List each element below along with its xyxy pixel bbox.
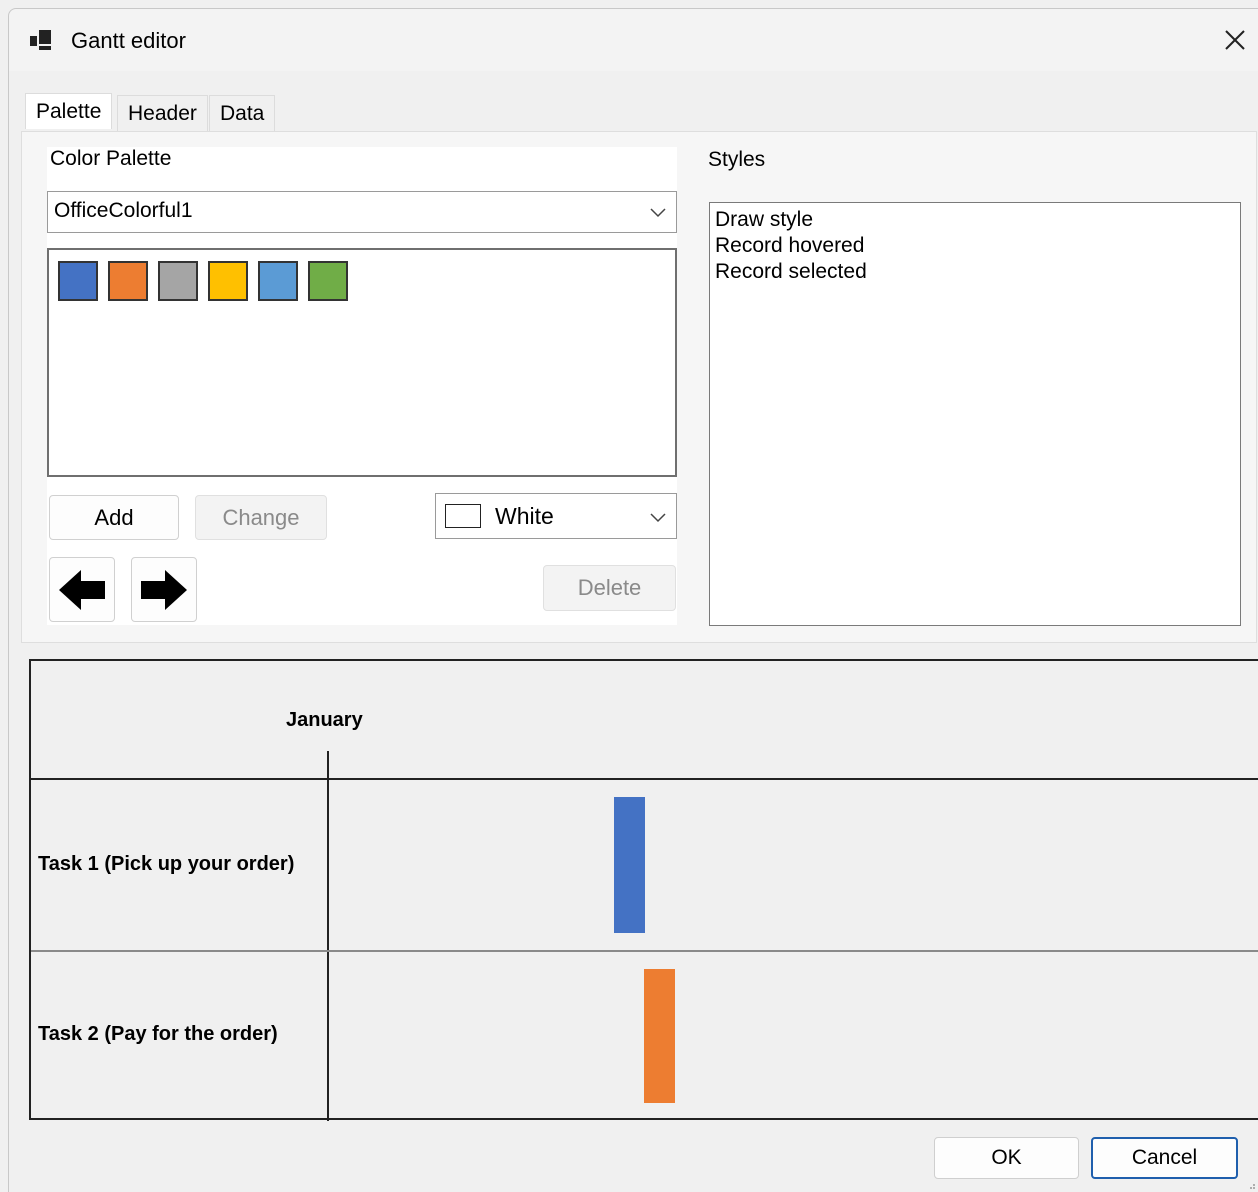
close-button[interactable] — [1212, 19, 1258, 61]
task-label: Task 1 (Pick up your order) — [38, 853, 295, 875]
move-right-button[interactable] — [131, 557, 197, 622]
delete-button[interactable]: Delete — [543, 565, 676, 611]
resize-grip-icon[interactable] — [1248, 1182, 1256, 1190]
palette-select-value: OfficeColorful1 — [54, 199, 193, 222]
task-label: Task 2 (Pay for the order) — [38, 1023, 278, 1045]
tab-data[interactable]: Data — [209, 95, 276, 131]
window-title: Gantt editor — [71, 28, 186, 53]
app-icon — [30, 30, 51, 50]
add-button[interactable]: Add — [49, 495, 179, 540]
task-bar[interactable] — [644, 969, 675, 1103]
styles-item-record-hovered[interactable]: Record hovered — [715, 233, 1235, 259]
arrow-left-icon — [59, 569, 105, 610]
swatch-5[interactable] — [258, 261, 298, 301]
swatch-2[interactable] — [108, 261, 148, 301]
month-header: January — [286, 709, 363, 731]
chevron-down-icon — [650, 208, 666, 218]
swatch-6[interactable] — [308, 261, 348, 301]
styles-list[interactable]: Draw style Record hovered Record selecte… — [709, 202, 1241, 626]
arrow-right-icon — [141, 569, 187, 610]
move-left-button[interactable] — [49, 557, 115, 622]
swatch-1[interactable] — [58, 261, 98, 301]
gantt-preview: January Task 1 (Pick up your order) Task… — [29, 659, 1258, 1121]
swatch-list[interactable] — [47, 248, 677, 477]
styles-label: Styles — [708, 148, 766, 171]
tab-header[interactable]: Header — [117, 95, 208, 131]
palette-select[interactable]: OfficeColorful1 — [47, 191, 677, 233]
gantt-editor-window: Gantt editor Palette Header Data Color P… — [8, 8, 1258, 1192]
swatch-3[interactable] — [158, 261, 198, 301]
row-divider — [31, 950, 1258, 952]
ok-button[interactable]: OK — [934, 1137, 1079, 1179]
color-preview — [445, 504, 481, 528]
label-column-divider — [327, 751, 329, 1121]
chevron-down-icon — [650, 513, 666, 523]
color-select[interactable]: White — [435, 493, 677, 539]
title-bar: Gantt editor — [9, 9, 1258, 71]
task-bar[interactable] — [614, 797, 645, 933]
styles-item-record-selected[interactable]: Record selected — [715, 259, 1235, 285]
change-button[interactable]: Change — [195, 495, 327, 540]
cancel-button[interactable]: Cancel — [1091, 1137, 1238, 1179]
tab-palette[interactable]: Palette — [25, 93, 113, 129]
color-select-value: White — [495, 503, 554, 529]
color-palette-label: Color Palette — [50, 147, 172, 170]
close-icon — [1225, 30, 1245, 50]
swatch-4[interactable] — [208, 261, 248, 301]
header-divider — [31, 778, 1258, 780]
styles-item-draw-style[interactable]: Draw style — [715, 207, 1235, 233]
